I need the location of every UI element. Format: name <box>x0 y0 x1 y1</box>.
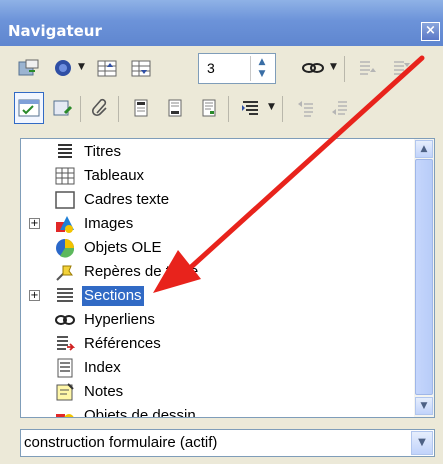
sections-icon <box>55 286 75 306</box>
tree-item-label: Objets de dessin <box>84 407 196 418</box>
tree-item-objets-de-dessin[interactable]: Objets de dessin <box>21 405 401 418</box>
text-frames-icon <box>55 190 75 210</box>
drag-mode-dropdown-icon[interactable]: ▼ <box>330 62 337 72</box>
header-icon[interactable] <box>126 92 156 124</box>
toolbar-top: ▼ 3 ▲ ▼ ▼ <box>10 52 435 88</box>
bookmarks-icon <box>55 262 75 282</box>
tables-icon <box>55 166 75 186</box>
tree-item-notes[interactable]: Notes <box>21 381 401 405</box>
set-reminder-icon[interactable] <box>48 92 78 124</box>
expand-icon[interactable]: + <box>29 290 40 301</box>
tree-item-tableaux[interactable]: Tableaux <box>21 165 401 189</box>
tree-item-label: Hyperliens <box>84 311 155 328</box>
title-bar[interactable]: Navigateur × <box>0 0 443 46</box>
indexes-icon <box>55 358 75 378</box>
document-selector-value: construction formulaire (actif) <box>24 434 218 451</box>
next-icon[interactable] <box>126 52 156 84</box>
tree-item-label: Notes <box>84 383 124 400</box>
stepper-up-icon[interactable]: ▲ <box>251 56 273 68</box>
tree-item-label: Images <box>84 215 134 232</box>
heading-levels-icon[interactable] <box>236 92 266 124</box>
demote-level-icon[interactable] <box>386 52 416 84</box>
tree-item-label: Titres <box>84 143 121 160</box>
anchor-icon[interactable] <box>86 92 116 124</box>
scroll-down-icon[interactable]: ▼ <box>415 397 433 415</box>
drawing-objects-icon <box>55 406 75 417</box>
tree-item-objets-ole[interactable]: Objets OLE <box>21 237 401 261</box>
tree-item-label: Sections <box>82 286 144 306</box>
tree-item-titres[interactable]: Titres <box>21 141 401 165</box>
document-selector[interactable]: construction formulaire (actif) ▼ <box>20 429 435 457</box>
navigator-window: Navigateur × ▼ 3 ▲ ▼ ▼ ▼ Titres Tableaux… <box>0 0 443 464</box>
window-title: Navigateur <box>8 22 102 40</box>
content-view-icon[interactable] <box>14 92 44 124</box>
drag-mode-icon[interactable] <box>298 52 328 84</box>
heading-levels-stepper[interactable]: 3 ▲ ▼ <box>198 53 276 84</box>
anchor-footnote-icon[interactable] <box>194 92 224 124</box>
navigation-icon[interactable] <box>48 52 78 84</box>
promote-level-icon[interactable] <box>352 52 382 84</box>
heading-levels-dropdown-icon[interactable]: ▼ <box>268 102 275 112</box>
tree-item-label: Repères de texte <box>84 263 199 280</box>
scroll-thumb[interactable] <box>415 159 433 395</box>
tree-item-references[interactable]: Références <box>21 333 401 357</box>
tree-item-images[interactable]: + Images <box>21 213 401 237</box>
toolbar-bottom: ▼ <box>10 92 435 128</box>
close-button[interactable]: × <box>421 22 440 41</box>
tree-item-reperes-de-texte[interactable]: Repères de texte <box>21 261 401 285</box>
previous-icon[interactable] <box>92 52 122 84</box>
heading-levels-value: 3 <box>207 60 215 76</box>
tree-item-label: Tableaux <box>84 167 145 184</box>
promote-chapter-icon[interactable] <box>290 92 320 124</box>
scroll-up-icon[interactable]: ▲ <box>415 140 433 158</box>
toggle-icon[interactable] <box>14 52 44 84</box>
notes-icon <box>55 382 75 402</box>
content-tree[interactable]: Titres Tableaux Cadres texte + Images Ob… <box>20 138 435 418</box>
expand-icon[interactable]: + <box>29 218 40 229</box>
footer-icon[interactable] <box>160 92 190 124</box>
vertical-scrollbar[interactable]: ▲ ▼ <box>414 139 434 417</box>
headings-icon <box>55 142 75 162</box>
tree-item-label: Références <box>84 335 161 352</box>
stepper-down-icon[interactable]: ▼ <box>251 68 273 80</box>
hyperlinks-icon <box>55 310 75 330</box>
references-icon <box>55 334 76 354</box>
images-icon <box>55 214 75 234</box>
tree-item-index[interactable]: Index <box>21 357 401 381</box>
ole-objects-icon <box>55 238 75 258</box>
tree-item-label: Index <box>84 359 121 376</box>
chevron-down-icon[interactable]: ▼ <box>78 62 85 72</box>
tree-item-hyperliens[interactable]: Hyperliens <box>21 309 401 333</box>
tree-item-cadres-texte[interactable]: Cadres texte <box>21 189 401 213</box>
tree-item-label: Cadres texte <box>84 191 170 208</box>
tree-item-sections[interactable]: + Sections <box>21 285 401 309</box>
chevron-down-icon[interactable]: ▼ <box>411 431 433 455</box>
demote-chapter-icon[interactable] <box>324 92 354 124</box>
tree-item-label: Objets OLE <box>84 239 162 256</box>
